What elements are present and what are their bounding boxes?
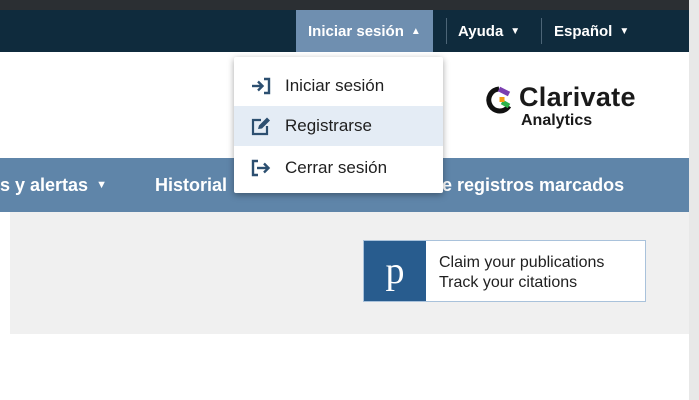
- separator: [446, 18, 447, 44]
- menu-item-label: Registrarse: [285, 116, 372, 135]
- sign-in-icon: [249, 76, 273, 96]
- nav-item-alerts[interactable]: s y alertas ▼: [0, 158, 107, 212]
- caret-up-icon: ▲: [410, 25, 421, 37]
- language-label: Español: [554, 22, 613, 40]
- logo-sub-text: Analytics: [521, 112, 593, 129]
- clarivate-logo-icon: [486, 86, 512, 114]
- nav-item-label: e registros marcados: [442, 174, 625, 195]
- publons-badge-icon: p: [364, 241, 426, 301]
- window-top-strip: [0, 0, 699, 10]
- menu-item-label: Iniciar sesión: [285, 76, 385, 95]
- edit-icon: [249, 116, 273, 136]
- caret-down-icon: ▼: [619, 25, 630, 37]
- logo-brand-text: Clarivate: [519, 82, 636, 112]
- caret-down-icon: ▼: [96, 179, 107, 191]
- menu-item-signin[interactable]: Iniciar sesión: [234, 66, 443, 106]
- nav-item-label: s y alertas: [0, 174, 89, 195]
- signin-dropdown-menu: Iniciar sesión Registrarse Cerrar sesión: [234, 57, 443, 193]
- signin-menu-button[interactable]: Iniciar sesión ▲: [296, 10, 433, 52]
- signin-label: Iniciar sesión: [308, 22, 404, 40]
- clarivate-logo[interactable]: Clarivate Analytics: [485, 84, 636, 129]
- caret-down-icon: ▼: [510, 25, 521, 37]
- help-menu-button[interactable]: Ayuda ▼: [458, 10, 520, 52]
- page-right-edge: [689, 0, 699, 400]
- sign-out-icon: [249, 158, 273, 178]
- claim-line-1: Claim your publications: [439, 254, 605, 271]
- help-label: Ayuda: [458, 22, 504, 40]
- top-utility-bar: Iniciar sesión ▲ Ayuda ▼ Español ▼: [0, 10, 689, 52]
- publons-claim-banner[interactable]: p Claim your publications Track your cit…: [363, 240, 646, 302]
- menu-item-label: Cerrar sesión: [285, 158, 388, 177]
- menu-item-register[interactable]: Registrarse: [234, 106, 443, 146]
- claim-line-2: Track your citations: [439, 274, 578, 291]
- nav-item-history[interactable]: Historial: [155, 158, 227, 212]
- menu-item-signout[interactable]: Cerrar sesión: [234, 148, 443, 188]
- nav-item-marked-list[interactable]: e registros marcados: [442, 158, 624, 212]
- language-menu-button[interactable]: Español ▼: [554, 10, 629, 52]
- separator: [541, 18, 542, 44]
- nav-item-label: Historial: [155, 174, 228, 195]
